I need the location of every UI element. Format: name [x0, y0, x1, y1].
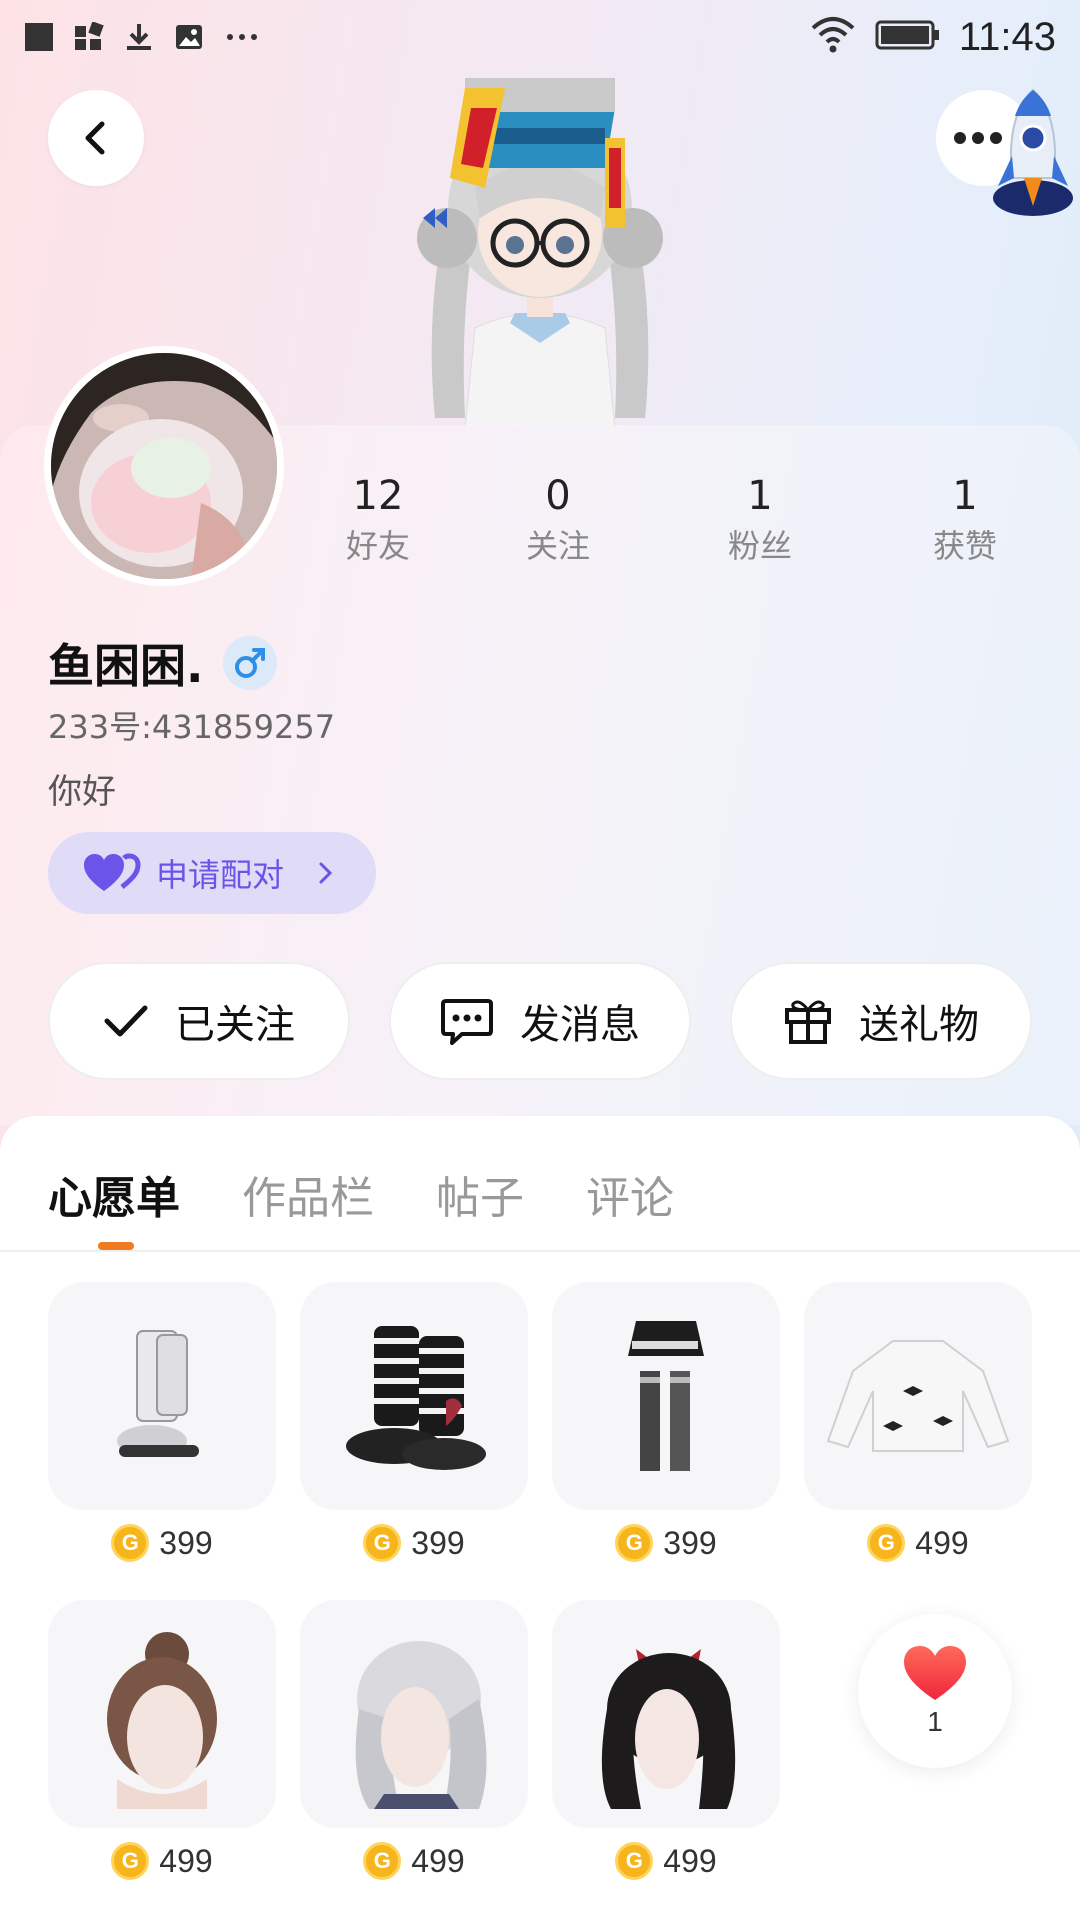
tab-label: 作品栏: [242, 1173, 374, 1224]
wishlist-item[interactable]: G 399: [552, 1282, 780, 1562]
send-message-label: 发消息: [520, 1002, 640, 1048]
price-row: G 499: [300, 1842, 528, 1880]
chevron-right-icon: [319, 862, 333, 884]
tab-posts[interactable]: 帖子: [436, 1154, 524, 1244]
avatar-character-figure: [405, 68, 675, 429]
like-button[interactable]: 1: [858, 1614, 1012, 1768]
item-price: 499: [915, 1524, 969, 1561]
wishlist-item[interactable]: G 499: [48, 1600, 276, 1880]
item-thumbnail: [552, 1282, 780, 1510]
tabs-divider: [0, 1250, 1080, 1252]
send-message-button[interactable]: 发消息: [389, 962, 691, 1080]
coin-icon: G: [111, 1524, 150, 1562]
check-icon: [104, 1005, 148, 1037]
request-pairing-button[interactable]: 申请配对: [48, 832, 376, 914]
tab-label: 心愿单: [48, 1173, 180, 1224]
price-row: G 399: [300, 1524, 528, 1562]
coin-icon: G: [363, 1524, 402, 1562]
stat-label: 获赞: [932, 527, 997, 565]
coin-icon: G: [615, 1524, 654, 1562]
stat-value: 0: [545, 473, 571, 519]
wishlist-item[interactable]: G 399: [300, 1282, 528, 1562]
item-thumbnail: [552, 1600, 780, 1828]
status-bar-left: [24, 22, 260, 52]
item-price: 499: [663, 1842, 717, 1879]
wifi-icon: [809, 16, 857, 58]
battery-icon: [875, 19, 941, 55]
coin-icon: G: [615, 1842, 654, 1880]
item-thumbnail: [804, 1282, 1032, 1510]
item-price: 399: [159, 1524, 213, 1561]
status-bar-right: 11:43: [809, 15, 1056, 60]
profile-actions: 已关注 发消息 送礼物: [48, 962, 1032, 1080]
item-price: 399: [663, 1524, 717, 1561]
stat-following[interactable]: 0 关注: [488, 470, 628, 570]
price-row: G 499: [48, 1842, 276, 1880]
stat-likes[interactable]: 1 获赞: [895, 470, 1035, 570]
wishlist-item[interactable]: G 499: [552, 1600, 780, 1880]
tab-label: 评论: [586, 1173, 674, 1224]
stat-label: 好友: [345, 527, 410, 565]
request-pairing-label: 申请配对: [156, 856, 285, 894]
user-bio: 你好: [48, 772, 116, 812]
item-price: 499: [159, 1842, 213, 1879]
stat-fans[interactable]: 1 粉丝: [690, 470, 830, 570]
item-price: 499: [411, 1842, 465, 1879]
send-gift-label: 送礼物: [859, 1002, 979, 1048]
wishlist-item[interactable]: G 499: [804, 1282, 1032, 1562]
stat-label: 关注: [525, 527, 590, 565]
stat-value: 1: [747, 473, 773, 519]
item-price: 399: [411, 1524, 465, 1561]
image-icon: [174, 22, 204, 52]
heart-icon: [904, 1646, 966, 1700]
status-time: 11:43: [958, 14, 1056, 59]
wishlist-item[interactable]: G 499: [300, 1600, 528, 1880]
user-name: 鱼困困.: [48, 639, 204, 693]
profile-page: 11:43 12 好友 0 关注 1 粉丝 1 获赞 鱼困困. 233号:431…: [0, 0, 1080, 1920]
price-row: G 499: [552, 1842, 780, 1880]
hearts-icon: [84, 853, 141, 891]
tab-wishlist[interactable]: 心愿单: [48, 1154, 180, 1250]
item-thumbnail: [48, 1600, 276, 1828]
profile-stats: 12 好友 0 关注 1 粉丝 1 获赞: [0, 470, 1080, 580]
item-thumbnail: [48, 1282, 276, 1510]
tab-label: 帖子: [436, 1173, 524, 1224]
tab-works[interactable]: 作品栏: [242, 1154, 374, 1244]
chevron-left-icon: [85, 121, 105, 155]
more-notifications-icon: [224, 22, 260, 52]
rocket-icon[interactable]: [988, 86, 1078, 218]
content-sheet: 心愿单 作品栏 帖子 评论 G 399 G 399 G 399 G 499 G …: [0, 1116, 1080, 1920]
widget-icon: [74, 22, 104, 52]
stat-label: 粉丝: [727, 527, 792, 565]
coin-icon: G: [111, 1842, 150, 1880]
coin-icon: G: [867, 1524, 906, 1562]
stat-value: 12: [352, 473, 404, 519]
item-thumbnail: [300, 1282, 528, 1510]
status-bar: 11:43: [0, 0, 1080, 74]
price-row: G 499: [804, 1524, 1032, 1562]
coin-icon: G: [363, 1842, 402, 1880]
square-icon: [24, 22, 54, 52]
active-tab-indicator: [98, 1242, 134, 1250]
followed-button[interactable]: 已关注: [48, 962, 350, 1080]
like-count: 1: [927, 1706, 943, 1737]
item-thumbnail: [300, 1600, 528, 1828]
name-row: 鱼困困.: [48, 630, 278, 696]
user-id: 233号:431859257: [48, 708, 336, 746]
chat-bubble-icon: [441, 999, 493, 1045]
stat-friends[interactable]: 12 好友: [308, 470, 448, 570]
send-gift-button[interactable]: 送礼物: [730, 962, 1032, 1080]
followed-label: 已关注: [175, 1002, 295, 1048]
profile-tabs: 心愿单 作品栏 帖子 评论: [48, 1154, 736, 1250]
wishlist-item[interactable]: G 399: [48, 1282, 276, 1562]
back-button[interactable]: [48, 90, 144, 186]
tab-comments[interactable]: 评论: [586, 1154, 674, 1244]
price-row: G 399: [552, 1524, 780, 1562]
download-icon: [124, 22, 154, 52]
price-row: G 399: [48, 1524, 276, 1562]
gift-icon: [785, 1000, 831, 1044]
stat-value: 1: [952, 473, 978, 519]
male-icon: [223, 636, 278, 690]
